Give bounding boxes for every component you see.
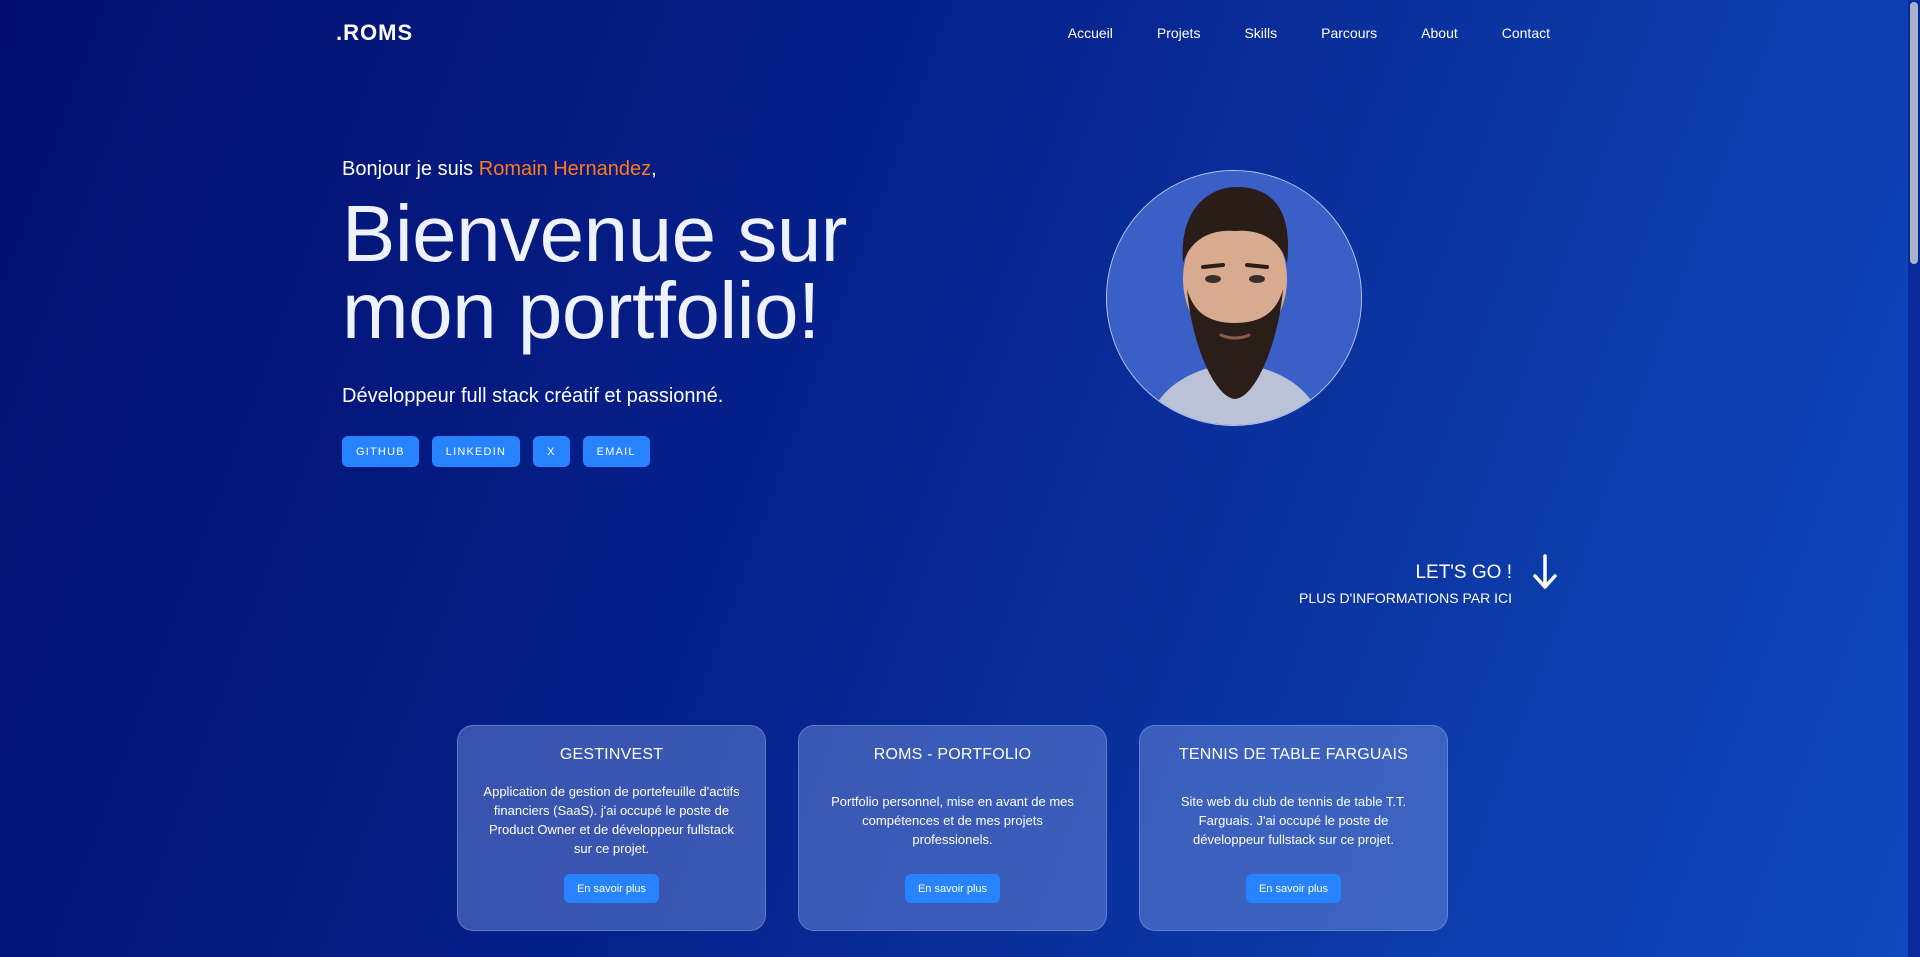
social-links: GITHUB LINKEDIN X EMAIL [342, 436, 962, 467]
project-title: GESTINVEST [559, 746, 664, 763]
github-button[interactable]: GITHUB [342, 436, 419, 467]
project-card-gestinvest: GESTINVEST Application de gestion de por… [457, 725, 766, 931]
nav-link-about[interactable]: About [1421, 25, 1458, 41]
project-description: Application de gestion de portefeuille d… [483, 784, 740, 856]
hero-section: Bonjour je suis Romain Hernandez, Bienve… [342, 158, 962, 467]
email-button[interactable]: EMAIL [582, 436, 650, 467]
nav-link-accueil[interactable]: Accueil [1068, 25, 1113, 41]
author-name: Romain Hernandez [478, 158, 652, 180]
site-logo[interactable]: .ROMS [336, 20, 413, 46]
greeting-suffix: , [651, 158, 657, 180]
projects-section: GESTINVEST Application de gestion de por… [457, 725, 1448, 931]
project-card-tennis: TENNIS DE TABLE FARGUAIS Site web du clu… [1139, 725, 1448, 931]
learn-more-button[interactable]: En savoir plus [904, 874, 1001, 903]
linkedin-button[interactable]: LINKEDIN [431, 436, 521, 467]
project-title: TENNIS DE TABLE FARGUAIS [1178, 746, 1409, 763]
x-button[interactable]: X [533, 436, 570, 467]
page-scrollbar[interactable] [1908, 0, 1920, 957]
learn-more-button[interactable]: En savoir plus [1245, 874, 1342, 903]
project-description: Site web du club de tennis de table T.T.… [1180, 793, 1407, 847]
hero-title-line1: Bienvenue sur [342, 189, 847, 278]
scroll-hint[interactable]: LET'S GO ! PLUS D'INFORMATIONS PAR ICI [1299, 562, 1512, 606]
scroll-hint-title: LET'S GO ! [1415, 562, 1512, 583]
scrollbar-thumb[interactable] [1910, 2, 1918, 264]
hero-tagline: Développeur full stack créatif et passio… [342, 385, 724, 407]
nav-link-projets[interactable]: Projets [1157, 25, 1201, 41]
greeting-prefix: Bonjour je suis [342, 158, 479, 180]
project-card-portfolio: ROMS - PORTFOLIO Portfolio personnel, mi… [798, 725, 1107, 931]
nav-link-contact[interactable]: Contact [1502, 25, 1550, 41]
greeting: Bonjour je suis Romain Hernandez, [342, 158, 962, 181]
hero-title-line2: mon portfolio! [342, 266, 820, 355]
learn-more-button[interactable]: En savoir plus [563, 874, 660, 903]
nav-link-parcours[interactable]: Parcours [1321, 25, 1377, 41]
hero-title: Bienvenue sur mon portfolio! [342, 194, 962, 351]
profile-portrait-image [1107, 171, 1361, 425]
profile-photo [1106, 170, 1362, 426]
project-title: ROMS - PORTFOLIO [873, 746, 1032, 763]
arrow-down-icon[interactable] [1532, 554, 1558, 590]
main-nav: Accueil Projets Skills Parcours About Co… [1024, 25, 1550, 41]
nav-link-skills[interactable]: Skills [1244, 25, 1277, 41]
scroll-hint-subtitle: PLUS D'INFORMATIONS PAR ICI [1299, 590, 1512, 606]
project-description: Portfolio personnel, mise en avant de me… [831, 793, 1074, 847]
